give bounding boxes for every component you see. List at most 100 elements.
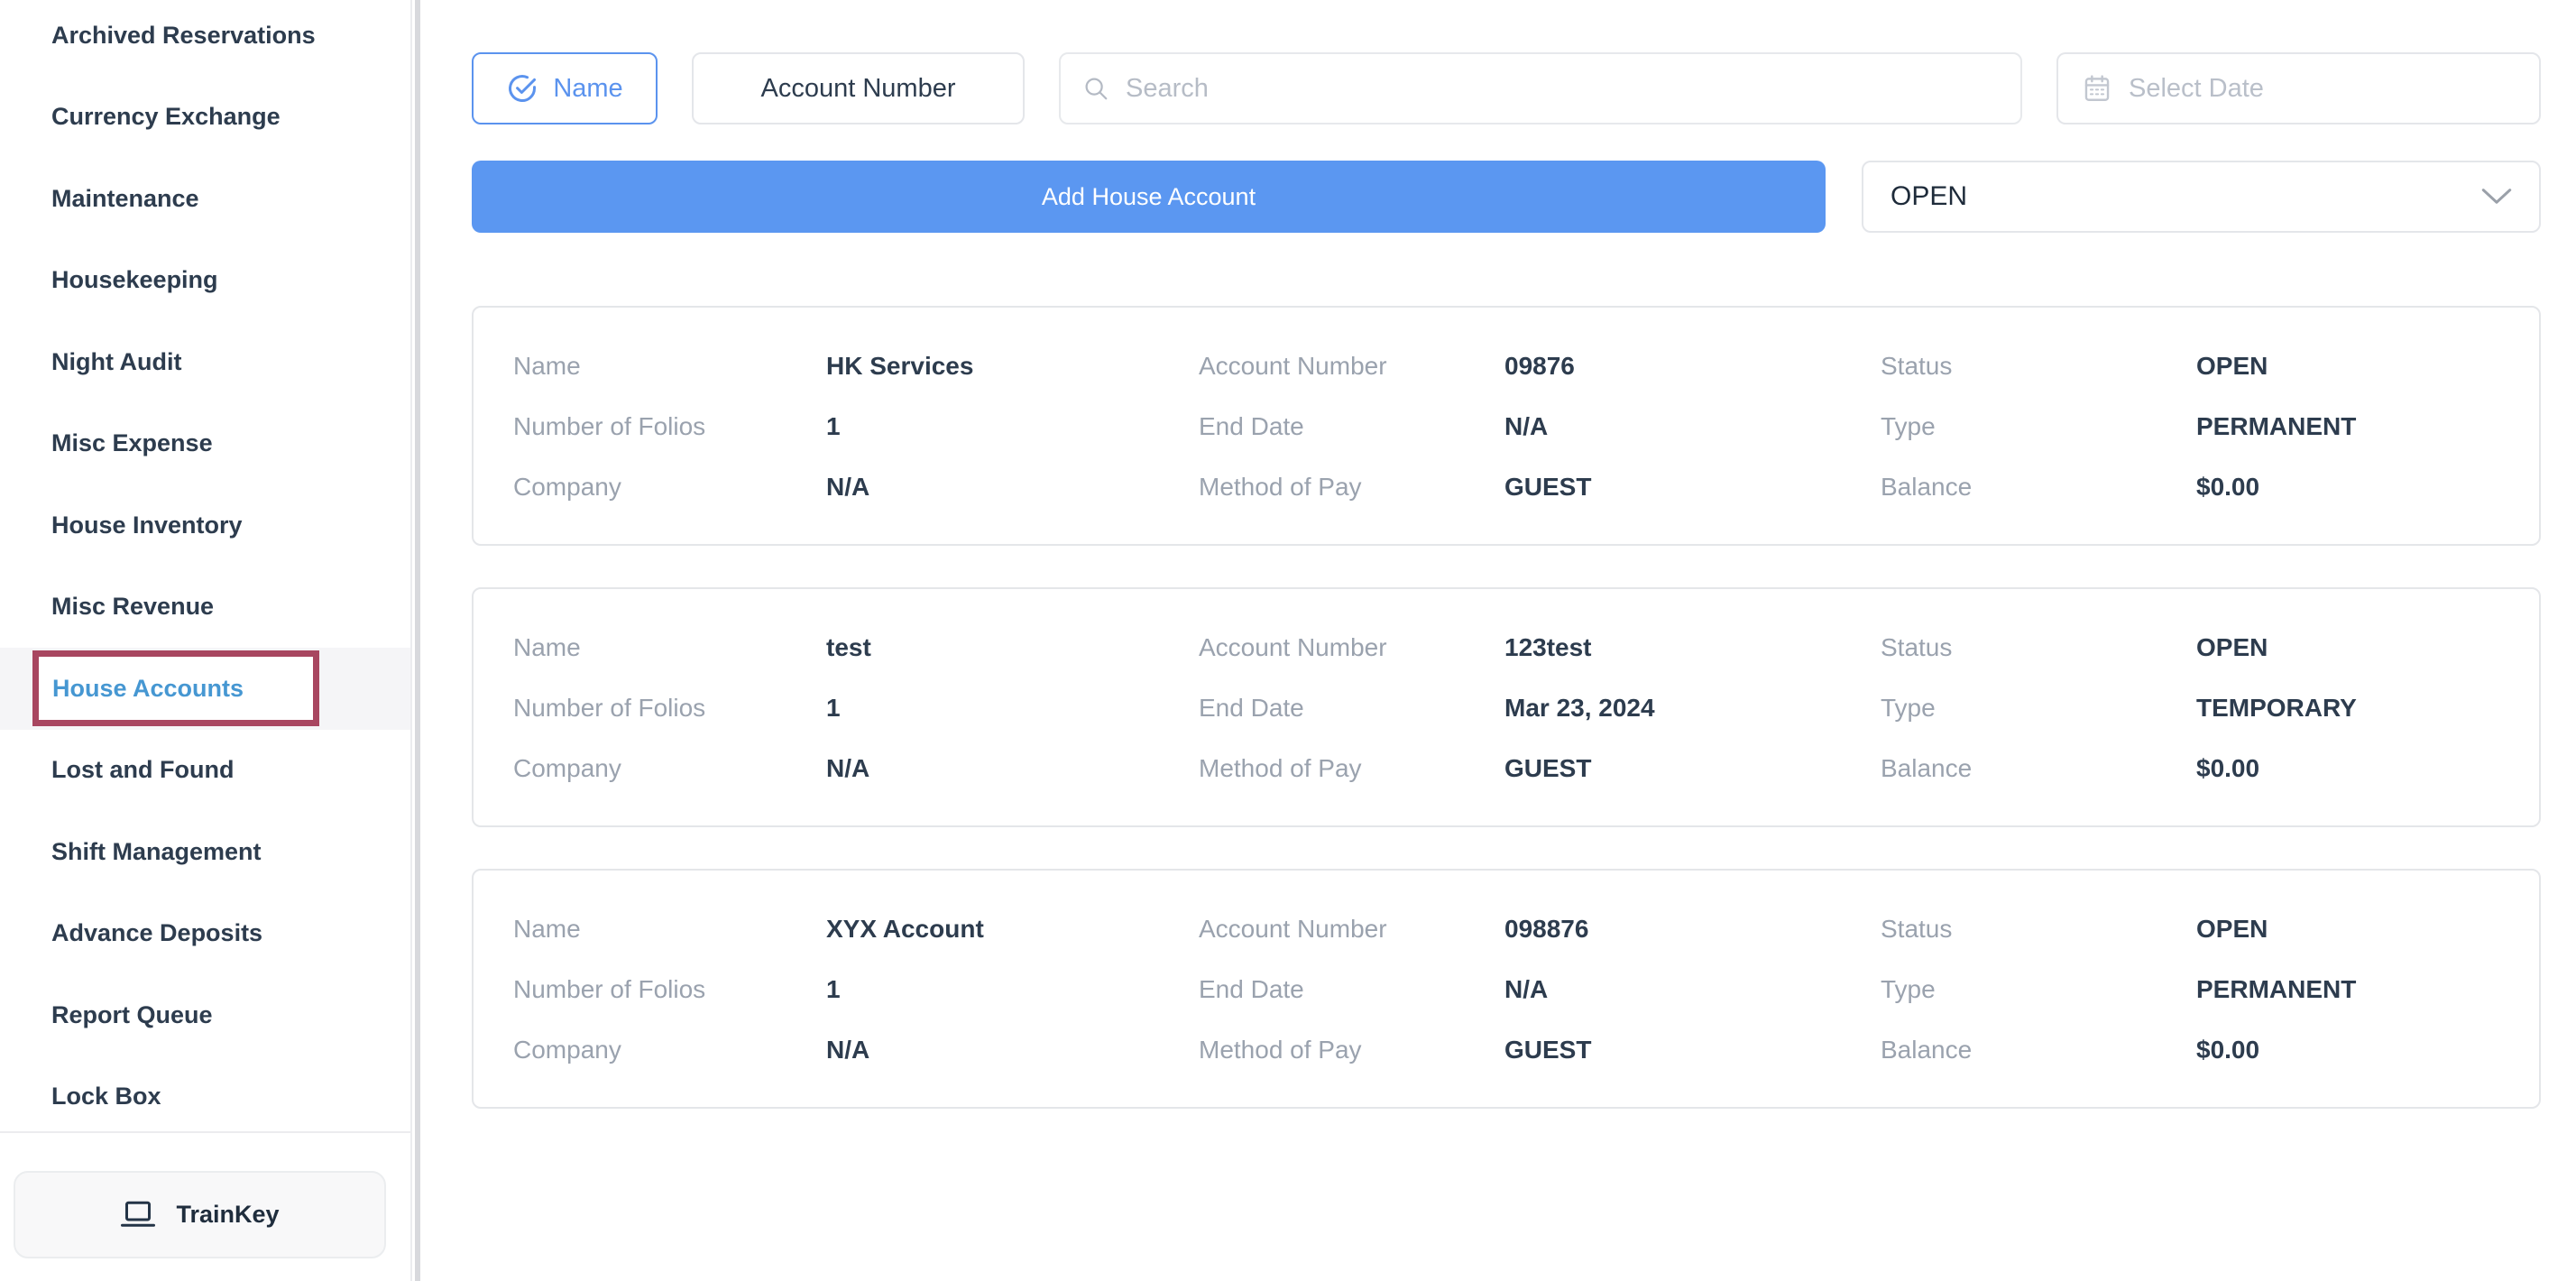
sidebar-item-misc-expense[interactable]: Misc Expense (0, 403, 410, 485)
card-column: NameNumber of FoliosCompany (513, 336, 826, 544)
sidebar-item-advance-deposits[interactable]: Advance Deposits (0, 893, 410, 975)
name-label: Name (513, 617, 826, 677)
name-label: Name (513, 336, 826, 396)
sidebar-item-maintenance[interactable]: Maintenance (0, 158, 410, 240)
filter-tab-name[interactable]: Name (472, 52, 658, 124)
calendar-icon (2082, 73, 2112, 104)
card-column: Account NumberEnd DateMethod of Pay (1199, 899, 1504, 1107)
end-date-label: End Date (1199, 396, 1504, 456)
card-column: OPENPERMANENT$0.00 (2196, 899, 2539, 1107)
filter-tab-account-number[interactable]: Account Number (692, 52, 1025, 124)
sidebar-item-house-inventory[interactable]: House Inventory (0, 484, 410, 567)
account-number-label: Account Number (1199, 899, 1504, 959)
sidebar-divider (0, 1131, 412, 1133)
main-content: Name Account Number (472, 0, 2541, 1281)
date-picker-placeholder: Select Date (2129, 74, 2264, 104)
card-column: StatusTypeBalance (1881, 899, 2196, 1107)
end-date-label: End Date (1199, 959, 1504, 1019)
balance-value: $0.00 (2196, 738, 2539, 798)
status-filter-dropdown[interactable]: OPEN (1862, 161, 2541, 233)
method-of-pay-label: Method of Pay (1199, 456, 1504, 517)
status-label: Status (1881, 899, 2196, 959)
folios-value: 1 (826, 396, 1199, 456)
type-value: TEMPORARY (2196, 677, 2539, 738)
sidebar-item-label: Advance Deposits (51, 919, 262, 947)
card-column: XYX Account1N/A (826, 899, 1199, 1107)
check-circle-icon (506, 72, 538, 105)
end-date-value: N/A (1504, 959, 1881, 1019)
account-number-value: 123test (1504, 617, 1881, 677)
date-picker[interactable]: Select Date (2056, 52, 2541, 124)
sidebar-item-label: Report Queue (51, 1001, 213, 1029)
sidebar-item-lost-and-found[interactable]: Lost and Found (0, 730, 410, 812)
card-column: 123testMar 23, 2024GUEST (1504, 617, 1881, 825)
sidebar-item-currency-exchange[interactable]: Currency Exchange (0, 77, 410, 159)
sidebar-item-shift-management[interactable]: Shift Management (0, 811, 410, 893)
status-label: Status (1881, 617, 2196, 677)
balance-label: Balance (1881, 456, 2196, 517)
method-of-pay-label: Method of Pay (1199, 1019, 1504, 1080)
sidebar-item-label: Misc Expense (51, 429, 213, 457)
search-input[interactable] (1124, 73, 2020, 105)
account-number-value: 098876 (1504, 899, 1881, 959)
balance-label: Balance (1881, 1019, 2196, 1080)
sidebar-item-label: Night Audit (51, 348, 181, 376)
sidebar-item-misc-revenue[interactable]: Misc Revenue (0, 567, 410, 649)
sidebar-item-label: Misc Revenue (51, 593, 214, 621)
sidebar-item-archived-reservations[interactable]: Archived Reservations (0, 0, 410, 77)
card-column: 098876N/AGUEST (1504, 899, 1881, 1107)
sidebar-item-label: Maintenance (51, 185, 199, 213)
sidebar-item-label: Currency Exchange (51, 103, 281, 131)
card-column: OPENTEMPORARY$0.00 (2196, 617, 2539, 825)
method-of-pay-label: Method of Pay (1199, 738, 1504, 798)
status-value: OPEN (2196, 617, 2539, 677)
filter-row: Name Account Number (472, 52, 2541, 124)
balance-label: Balance (1881, 738, 2196, 798)
name-value: HK Services (826, 336, 1199, 396)
laptop-icon (120, 1199, 156, 1231)
sidebar-scrollbar[interactable] (415, 0, 420, 1281)
sidebar-item-house-accounts[interactable]: House Accounts (0, 648, 410, 730)
company-label: Company (513, 738, 826, 798)
status-filter-value: OPEN (1891, 181, 1967, 212)
sidebar-item-night-audit[interactable]: Night Audit (0, 321, 410, 403)
sidebar-item-report-queue[interactable]: Report Queue (0, 974, 410, 1056)
card-column: StatusTypeBalance (1881, 336, 2196, 544)
sidebar-item-lock-box[interactable]: Lock Box (0, 1056, 410, 1138)
company-value: N/A (826, 456, 1199, 517)
method-of-pay-value: GUEST (1504, 738, 1881, 798)
card-column: NameNumber of FoliosCompany (513, 899, 826, 1107)
folios-label: Number of Folios (513, 396, 826, 456)
account-cards-list: NameNumber of FoliosCompanyHK Services1N… (472, 306, 2541, 1109)
filter-tab-name-label: Name (553, 74, 622, 104)
trainkey-label: TrainKey (176, 1201, 279, 1229)
add-house-account-button[interactable]: Add House Account (472, 161, 1826, 233)
search-icon (1082, 75, 1109, 102)
annotation-highlight-box: House Accounts (32, 650, 319, 726)
card-column: HK Services1N/A (826, 336, 1199, 544)
card-column: NameNumber of FoliosCompany (513, 617, 826, 825)
trainkey-button[interactable]: TrainKey (14, 1171, 386, 1258)
account-card[interactable]: NameNumber of FoliosCompanyXYX Account1N… (472, 869, 2541, 1109)
end-date-value: N/A (1504, 396, 1881, 456)
status-value: OPEN (2196, 899, 2539, 959)
account-number-value: 09876 (1504, 336, 1881, 396)
folios-value: 1 (826, 959, 1199, 1019)
card-column: StatusTypeBalance (1881, 617, 2196, 825)
account-card[interactable]: NameNumber of FoliosCompanytest1N/AAccou… (472, 587, 2541, 827)
name-value: test (826, 617, 1199, 677)
sidebar-item-label: Shift Management (51, 838, 262, 866)
status-label: Status (1881, 336, 2196, 396)
sidebar-item-housekeeping[interactable]: Housekeeping (0, 240, 410, 322)
name-value: XYX Account (826, 899, 1199, 959)
type-label: Type (1881, 959, 2196, 1019)
company-value: N/A (826, 738, 1199, 798)
name-label: Name (513, 899, 826, 959)
balance-value: $0.00 (2196, 1019, 2539, 1080)
account-card[interactable]: NameNumber of FoliosCompanyHK Services1N… (472, 306, 2541, 546)
sidebar-item-label: House Accounts (52, 675, 244, 703)
account-number-label: Account Number (1199, 336, 1504, 396)
company-label: Company (513, 456, 826, 517)
card-column: Account NumberEnd DateMethod of Pay (1199, 617, 1504, 825)
end-date-label: End Date (1199, 677, 1504, 738)
